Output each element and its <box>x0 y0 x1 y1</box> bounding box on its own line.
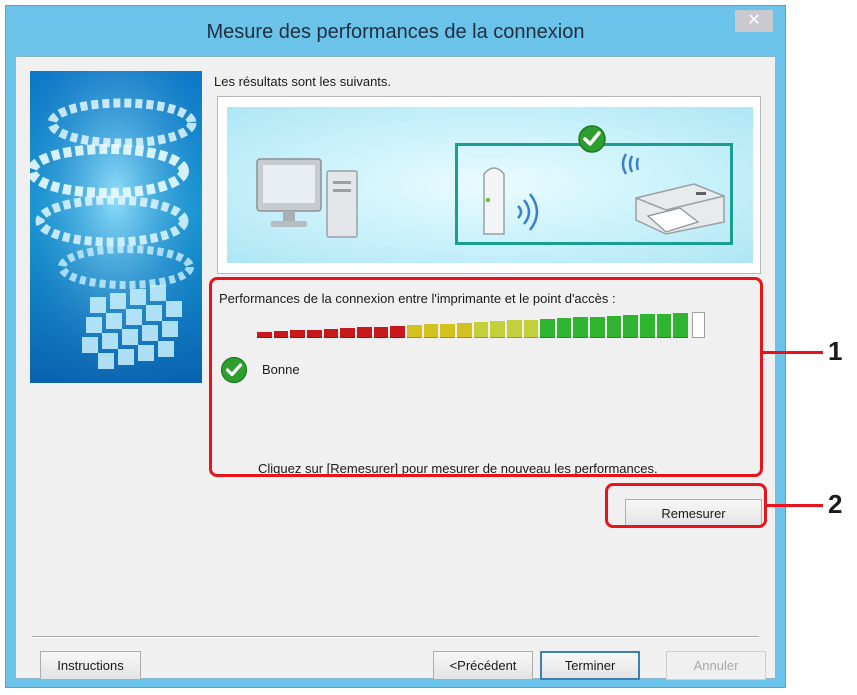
printer-accesspoint-connection-box <box>455 143 733 245</box>
callout-line-1 <box>763 351 823 354</box>
side-banner-image <box>30 71 202 383</box>
callout-number-2: 2 <box>828 489 843 519</box>
title-bar: Mesure des performances de la connexion <box>6 6 785 56</box>
footer-separator <box>32 636 759 638</box>
connection-ok-checkmark-icon <box>578 125 606 153</box>
callout-box-1 <box>209 277 763 477</box>
computer-icon <box>256 158 358 238</box>
callout-number-1: 1 <box>828 336 843 366</box>
cancel-button: Annuler <box>666 651 766 680</box>
close-button[interactable]: ✕ <box>735 10 773 32</box>
callout-box-2 <box>605 483 767 528</box>
close-icon: ✕ <box>747 10 761 29</box>
callout-line-2 <box>767 504 823 507</box>
finish-button[interactable]: Terminer <box>540 651 640 680</box>
printer-icon <box>621 153 725 235</box>
spiral-graphic <box>30 71 202 383</box>
previous-button[interactable]: <Précédent <box>433 651 533 680</box>
results-heading: Les résultats sont les suivants. <box>214 74 392 89</box>
window-title: Mesure des performances de la connexion <box>206 21 585 43</box>
illustration-background <box>227 107 753 263</box>
instructions-button[interactable]: Instructions <box>40 651 141 680</box>
connection-illustration <box>217 96 761 274</box>
access-point-icon <box>483 167 539 235</box>
